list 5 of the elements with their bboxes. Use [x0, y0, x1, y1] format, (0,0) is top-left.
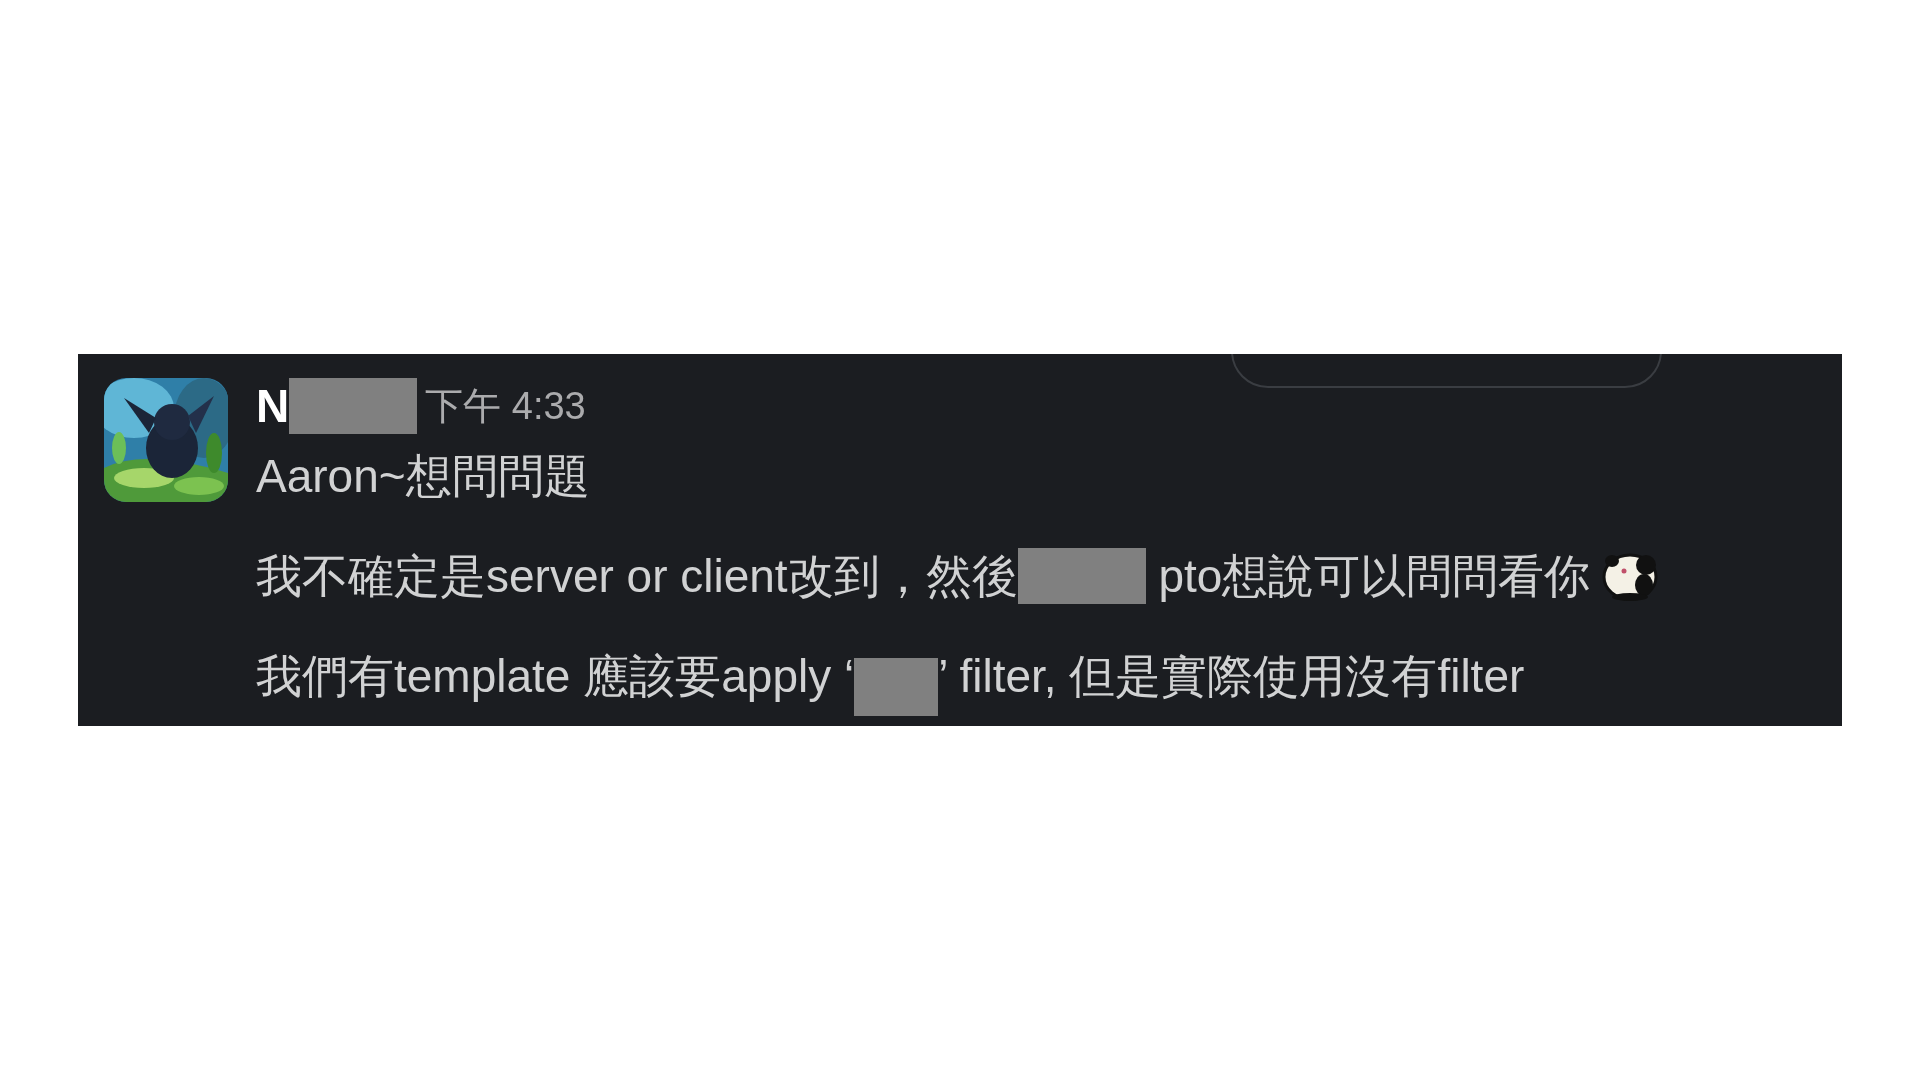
message-text: 我不確定是server or client改到，然後 — [256, 553, 1018, 599]
message-text: ’ filter, 但是實際使用沒有filter — [938, 653, 1525, 699]
author-name: N — [256, 383, 290, 429]
message-text: Aaron~想問問題 — [256, 453, 590, 499]
message-time: 下午 4:33 — [425, 387, 586, 425]
